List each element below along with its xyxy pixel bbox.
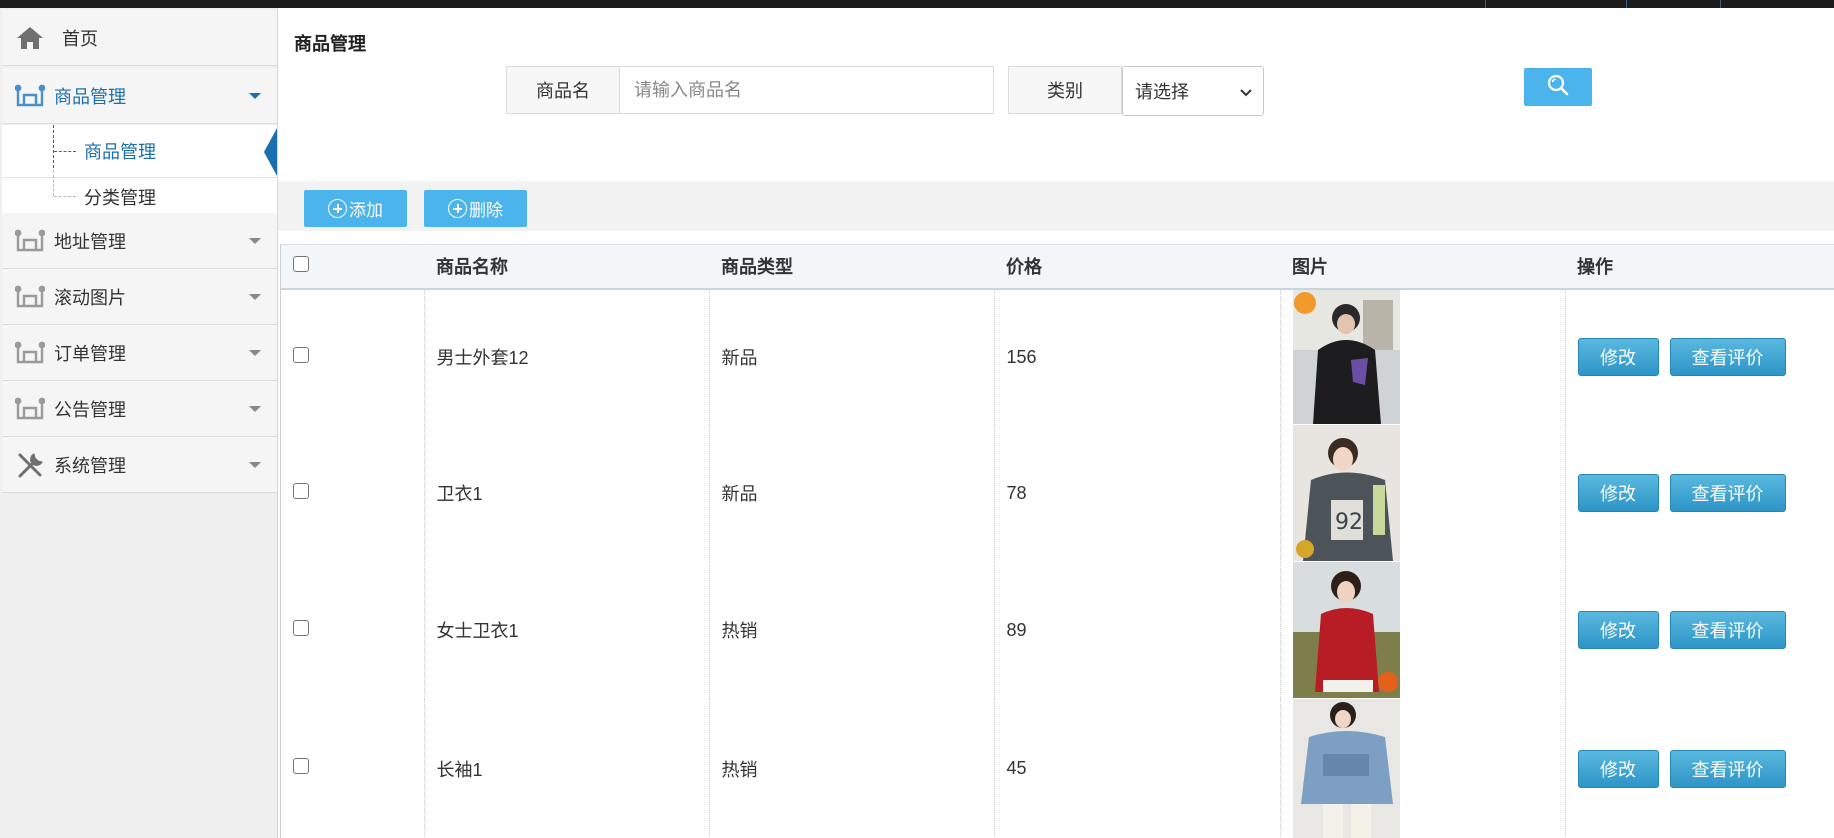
table-row: 女士卫衣1 热销 89 修改 查看评价	[281, 561, 1834, 699]
chevron-down-icon	[1239, 83, 1253, 104]
product-image-cell	[1279, 698, 1566, 838]
sidebar-group-address-management[interactable]: 地址管理	[2, 213, 277, 269]
sidebar-item-label: 滚动图片	[54, 287, 126, 308]
sidebar-subitem-label: 商品管理	[84, 142, 156, 162]
add-circle-icon	[328, 199, 347, 218]
sidebar-item-label: 首页	[62, 28, 98, 49]
sidebar-item-label: 公告管理	[54, 399, 126, 420]
category-label: 类别	[1008, 66, 1122, 114]
actions-cell: 修改 查看评价	[1565, 562, 1834, 699]
row-checkbox[interactable]	[293, 619, 309, 636]
view-reviews-button[interactable]: 查看评价	[1669, 338, 1786, 376]
add-circle-icon	[448, 199, 467, 218]
category-icon	[14, 337, 46, 369]
sidebar-item-home[interactable]: 首页	[2, 10, 277, 66]
chevron-down-icon	[249, 462, 261, 468]
category-icon	[14, 393, 46, 425]
product-name-search-group: 商品名	[506, 66, 994, 114]
product-price-cell: 78	[994, 424, 1281, 562]
column-header-price: 价格	[1006, 257, 1042, 278]
product-photo-grey-sweatshirt: 92	[1292, 425, 1400, 561]
product-image-cell: 92	[1279, 424, 1566, 562]
main-content: 商品管理 商品名 类别 请选择 添加 删除	[278, 8, 1834, 838]
sidebar-subitem-label: 分类管理	[84, 187, 156, 208]
column-header-type: 商品类型	[721, 257, 793, 278]
edit-button[interactable]: 修改	[1577, 474, 1659, 512]
search-icon	[1546, 73, 1570, 102]
active-indicator-arrow	[264, 128, 277, 176]
chevron-down-icon	[249, 93, 261, 99]
product-name-label: 商品名	[506, 66, 620, 114]
product-name-cell: 男士外套12	[424, 288, 710, 425]
svg-text:92: 92	[1335, 510, 1363, 535]
actions-cell: 修改 查看评价	[1565, 289, 1834, 425]
add-button[interactable]: 添加	[304, 190, 407, 227]
sidebar-group-order-management[interactable]: 订单管理	[2, 325, 277, 381]
window-top-bar	[0, 0, 1834, 8]
sidebar-group-product-management[interactable]: 商品管理	[2, 68, 277, 124]
edit-button[interactable]: 修改	[1577, 338, 1659, 376]
product-image-cell	[1279, 561, 1566, 699]
row-checkbox[interactable]	[293, 482, 309, 499]
chevron-down-icon	[249, 294, 261, 300]
category-search-group: 类别	[1008, 66, 1122, 114]
product-type-cell: 新品	[709, 288, 995, 425]
product-price-cell: 45	[994, 698, 1281, 838]
sidebar-submenu: 商品管理 分类管理	[2, 125, 277, 220]
row-checkbox[interactable]	[293, 758, 309, 774]
category-icon	[14, 225, 46, 257]
sidebar-item-label: 商品管理	[54, 86, 126, 107]
sidebar-item-label: 地址管理	[54, 231, 126, 252]
product-table: 商品名称 商品类型 价格 图片 操作 男士外套12 新品 156 修改 查看评价…	[280, 244, 1834, 838]
product-name-input[interactable]	[620, 66, 994, 114]
sidebar-group-system-management[interactable]: 系统管理	[2, 437, 277, 493]
table-row: 男士外套12 新品 156 修改 查看评价	[281, 288, 1834, 425]
toolbar: 添加 删除	[278, 181, 1834, 231]
actions-cell: 修改 查看评价	[1565, 425, 1834, 562]
table-header-row: 商品名称 商品类型 价格 图片 操作	[281, 244, 1834, 289]
chevron-down-icon	[249, 350, 261, 356]
edit-button[interactable]: 修改	[1577, 611, 1659, 649]
chevron-down-icon	[249, 238, 261, 244]
actions-cell: 修改 查看评价	[1565, 699, 1834, 838]
product-photo-blue-longsleeve	[1292, 698, 1400, 838]
edit-button[interactable]: 修改	[1577, 749, 1659, 788]
search-button[interactable]	[1524, 68, 1592, 106]
tools-icon	[14, 449, 46, 481]
product-type-cell: 热销	[709, 698, 995, 838]
sidebar: 首页 商品管理 商品管理 分类管理 地址管理 滚动图片 订单管理 公告管理 系统…	[0, 8, 278, 838]
product-name-cell: 女士卫衣1	[424, 561, 710, 699]
select-all-checkbox[interactable]	[293, 255, 309, 272]
view-reviews-button[interactable]: 查看评价	[1669, 749, 1786, 788]
category-icon	[14, 281, 46, 313]
sidebar-item-label: 订单管理	[54, 343, 126, 364]
product-name-cell: 卫衣1	[424, 424, 710, 562]
home-icon	[14, 22, 46, 54]
column-header-name: 商品名称	[436, 257, 508, 278]
product-image-cell	[1279, 288, 1566, 425]
product-type-cell: 新品	[709, 424, 995, 562]
product-type-cell: 热销	[709, 561, 995, 699]
view-reviews-button[interactable]: 查看评价	[1669, 474, 1786, 512]
column-header-image: 图片	[1292, 257, 1328, 278]
sidebar-item-label: 系统管理	[54, 455, 126, 476]
product-name-cell: 长袖1	[424, 698, 710, 838]
product-price-cell: 156	[994, 288, 1281, 425]
sidebar-group-notice-management[interactable]: 公告管理	[2, 381, 277, 437]
category-select-value: 请选择	[1135, 82, 1189, 102]
category-select[interactable]: 请选择	[1122, 66, 1264, 116]
category-icon	[14, 80, 46, 112]
table-row: 长袖1 热销 45 修改 查看评价	[281, 698, 1834, 838]
product-price-cell: 89	[994, 561, 1281, 699]
product-photo-black-jacket	[1292, 290, 1400, 424]
chevron-down-icon	[249, 406, 261, 412]
product-photo-red-hoodie	[1292, 562, 1400, 698]
row-checkbox[interactable]	[293, 346, 309, 363]
column-header-actions: 操作	[1577, 257, 1613, 278]
delete-button[interactable]: 删除	[424, 190, 527, 227]
view-reviews-button[interactable]: 查看评价	[1669, 611, 1786, 649]
page-title: 商品管理	[294, 34, 366, 54]
sidebar-group-carousel-images[interactable]: 滚动图片	[2, 269, 277, 325]
table-row: 卫衣1 新品 78 92 修改 查看评价	[281, 424, 1834, 562]
